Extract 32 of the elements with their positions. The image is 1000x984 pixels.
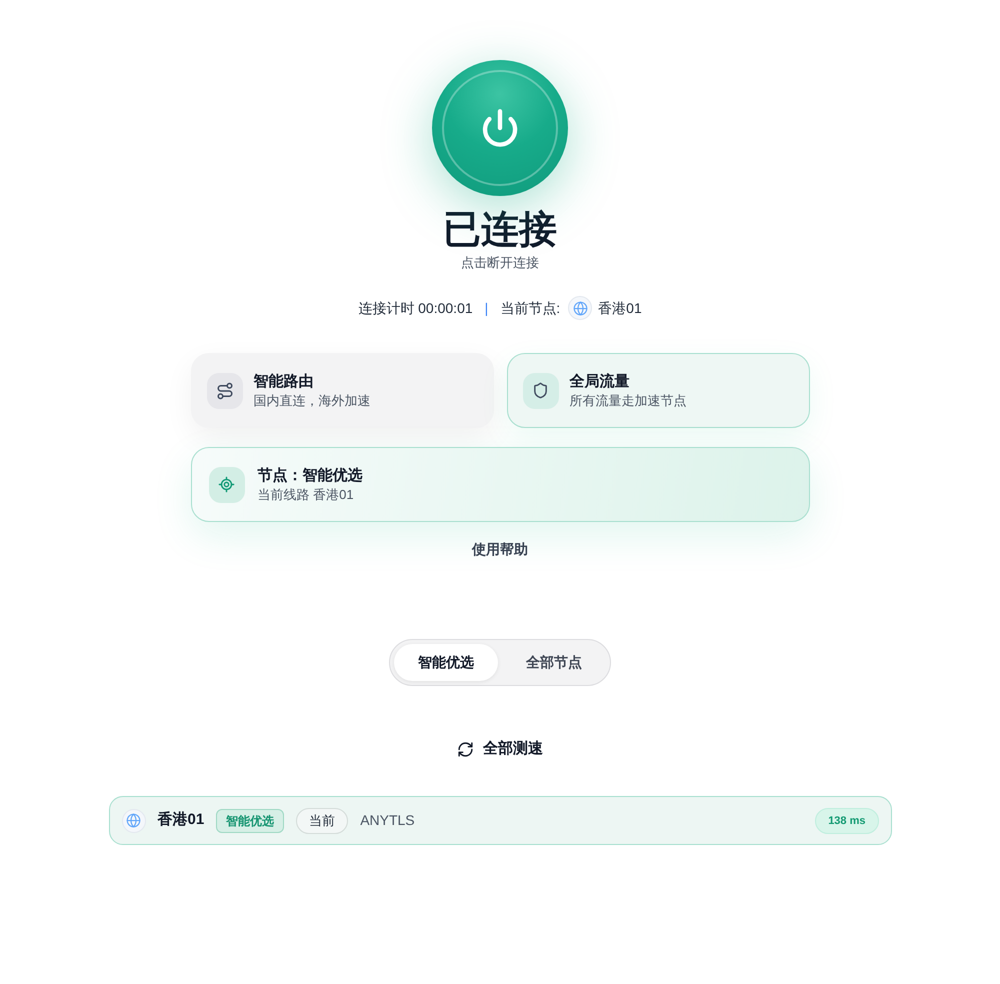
- mode-title: 全局流量: [570, 372, 630, 392]
- current-node-name: 香港01: [598, 299, 642, 318]
- mode-title: 智能路由: [254, 372, 314, 392]
- target-icon: [208, 466, 244, 502]
- connection-timer: 连接计时 00:00:01: [358, 299, 473, 318]
- mode-card[interactable]: 全局流量 所有流量走加速节点: [506, 353, 810, 428]
- route-icon: [206, 372, 242, 408]
- protocol-label: ANYTLS: [360, 811, 415, 830]
- mode-card[interactable]: 智能路由 国内直连，海外加速: [190, 353, 494, 428]
- help-link[interactable]: 使用帮助: [472, 539, 528, 559]
- node-name: 香港01: [158, 810, 204, 830]
- tab[interactable]: 智能优选: [394, 644, 498, 681]
- current-node-label: 当前节点:: [500, 299, 560, 318]
- node-row[interactable]: 香港01 智能优选 当前 ANYTLS 138 ms: [108, 796, 892, 845]
- speed-test-button[interactable]: 全部测速: [457, 738, 543, 760]
- recommended-badge: 智能优选: [216, 808, 284, 832]
- mode-description: 所有流量走加速节点: [570, 392, 686, 410]
- power-icon: [480, 108, 520, 148]
- shield-icon: [522, 372, 558, 408]
- current-badge: 当前: [296, 808, 348, 834]
- globe-icon: [568, 296, 592, 320]
- latency-badge: 138 ms: [815, 808, 878, 834]
- tab[interactable]: 全部节点: [502, 644, 606, 681]
- node-card[interactable]: 节点：智能优选 当前线路 香港01: [190, 447, 810, 522]
- mode-description: 国内直连，海外加速: [254, 392, 370, 410]
- node-card-title: 节点：智能优选: [258, 466, 362, 486]
- globe-icon: [122, 808, 146, 832]
- connection-status: 已连接: [443, 208, 557, 252]
- refresh-icon: [457, 740, 474, 758]
- disconnect-hint: 点击断开连接: [461, 254, 539, 272]
- node-card-subtitle: 当前线路 香港01: [258, 486, 355, 504]
- separator: |: [484, 299, 488, 318]
